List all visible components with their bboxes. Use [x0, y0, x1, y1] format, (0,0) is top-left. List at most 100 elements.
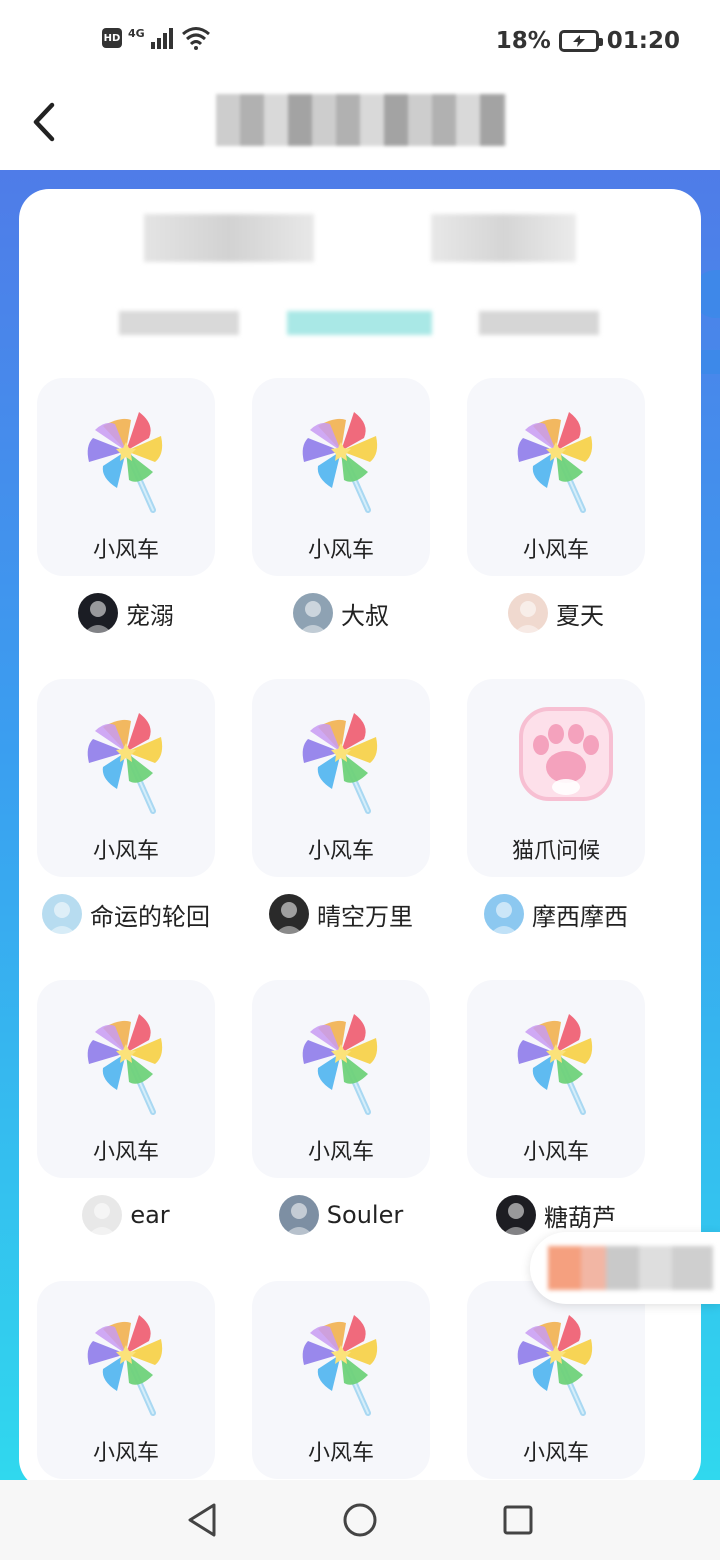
pinwheel-icon	[296, 406, 386, 516]
chevron-left-icon	[33, 102, 55, 142]
pinwheel-icon	[296, 1008, 386, 1118]
owner-name: 糖葫芦	[544, 1203, 616, 1232]
owner-name: 晴空万里	[317, 902, 413, 931]
gift-name: 小风车	[92, 538, 159, 563]
pinwheel-icon	[511, 1309, 601, 1419]
gift-name: 小风车	[522, 1441, 589, 1466]
owner-name: 宠溺	[126, 601, 174, 630]
pinwheel-icon	[81, 406, 171, 516]
gift-tile[interactable]: 猫爪问候	[467, 679, 645, 877]
pinwheel-icon	[511, 406, 601, 516]
clock: 01:20	[606, 28, 680, 54]
avatar[interactable]	[496, 1195, 536, 1235]
circle-home-icon	[343, 1503, 377, 1537]
network-type: 4G	[128, 26, 145, 40]
avatar[interactable]	[508, 593, 548, 633]
gift-item[interactable]: 猫爪问候摩西摩西	[467, 679, 645, 935]
avatar[interactable]	[293, 593, 333, 633]
pinwheel-icon	[81, 707, 171, 817]
gift-tile[interactable]: 小风车	[37, 679, 215, 877]
back-button[interactable]	[24, 98, 64, 146]
triangle-back-icon	[188, 1503, 216, 1537]
owner-name: ear	[130, 1201, 170, 1229]
gift-name: 小风车	[307, 1140, 374, 1165]
system-nav-bar	[0, 1480, 720, 1560]
owner-name: 命运的轮回	[90, 902, 210, 931]
gift-tile[interactable]: 小风车	[37, 980, 215, 1178]
avatar[interactable]	[269, 894, 309, 934]
gift-owner[interactable]: 宠溺	[37, 592, 215, 634]
avatar[interactable]	[82, 1195, 123, 1235]
gift-item[interactable]: 小风车糖葫芦	[467, 980, 645, 1236]
gift-item[interactable]: 小风车晴空万里	[252, 679, 430, 935]
gift-owner[interactable]: Souler	[252, 1194, 430, 1236]
gift-name: 小风车	[307, 1441, 374, 1466]
status-bar: HD 4G 18% 01:20	[0, 0, 720, 86]
gift-tile[interactable]: 小风车	[467, 378, 645, 576]
owner-name: 夏天	[556, 601, 604, 630]
avatar[interactable]	[278, 1195, 319, 1235]
square-recents-icon	[503, 1505, 533, 1535]
blurred-title	[216, 94, 506, 146]
battery-percent: 18%	[495, 28, 551, 54]
gift-tile[interactable]: 小风车	[252, 980, 430, 1178]
avatar[interactable]	[78, 593, 118, 633]
nav-recents-button[interactable]	[498, 1500, 538, 1540]
blurred-tab-active[interactable]	[287, 311, 432, 335]
blurred-tab[interactable]	[119, 311, 239, 335]
app-header	[0, 86, 720, 170]
gift-tile[interactable]: 小风车	[252, 679, 430, 877]
owner-name: 大叔	[341, 601, 389, 630]
gift-tile[interactable]: 小风车	[252, 378, 430, 576]
gift-name: 猫爪问候	[511, 839, 600, 864]
gift-item[interactable]: 小风车大叔	[252, 378, 430, 634]
nav-back-button[interactable]	[182, 1500, 222, 1540]
pinwheel-icon	[81, 1309, 171, 1419]
pinwheel-icon	[296, 1309, 386, 1419]
gift-name: 小风车	[522, 1140, 589, 1165]
battery-icon	[558, 30, 603, 52]
gift-name: 小风车	[92, 1441, 159, 1466]
signal-icon	[150, 28, 173, 49]
gift-item[interactable]: 小风车	[37, 1281, 215, 1479]
gift-item[interactable]: 小风车 ear	[37, 980, 215, 1236]
gift-name: 小风车	[307, 538, 374, 563]
pinwheel-icon	[296, 707, 386, 817]
gift-owner[interactable]: 夏天	[467, 592, 645, 634]
gift-item[interactable]: 小风车 命运的轮回	[37, 679, 215, 935]
cat-paw-icon	[511, 707, 613, 817]
gift-owner[interactable]: 晴空万里	[252, 893, 430, 935]
owner-name: Souler	[326, 1201, 404, 1229]
avatar[interactable]	[42, 894, 82, 934]
blurred-tab[interactable]	[479, 311, 599, 335]
blurred-stat	[144, 214, 314, 262]
gift-item[interactable]: 小风车夏天	[467, 378, 645, 634]
avatar[interactable]	[484, 894, 524, 934]
pinwheel-icon	[511, 1008, 601, 1118]
gift-item[interactable]: 小风车	[252, 1281, 430, 1479]
blurred-stat	[431, 214, 576, 262]
wifi-icon	[181, 27, 210, 50]
gift-item[interactable]: 小风车	[467, 1281, 645, 1479]
gift-tile[interactable]: 小风车	[37, 1281, 215, 1479]
gift-item[interactable]: 小风车宠溺	[37, 378, 215, 634]
gift-name: 小风车	[522, 538, 589, 563]
gift-owner[interactable]: ear	[37, 1194, 215, 1236]
nav-home-button[interactable]	[340, 1500, 380, 1540]
floating-action-pill[interactable]	[530, 1232, 720, 1304]
gift-name: 小风车	[92, 1140, 159, 1165]
gift-owner[interactable]: 摩西摩西	[467, 893, 645, 935]
gift-owner[interactable]: 糖葫芦	[467, 1194, 645, 1236]
blurred-pill-content	[548, 1246, 713, 1290]
gift-owner[interactable]: 命运的轮回	[37, 893, 215, 935]
gift-tile[interactable]: 小风车	[37, 378, 215, 576]
gift-tile[interactable]: 小风车	[467, 980, 645, 1178]
gift-tile[interactable]: 小风车	[467, 1281, 645, 1479]
gift-tile[interactable]: 小风车	[252, 1281, 430, 1479]
gift-name: 小风车	[307, 839, 374, 864]
gift-owner[interactable]: 大叔	[252, 592, 430, 634]
hd-badge: HD	[102, 28, 122, 48]
gift-item[interactable]: 小风车 Souler	[252, 980, 430, 1236]
owner-name: 摩西摩西	[532, 902, 628, 931]
gift-name: 小风车	[92, 839, 159, 864]
